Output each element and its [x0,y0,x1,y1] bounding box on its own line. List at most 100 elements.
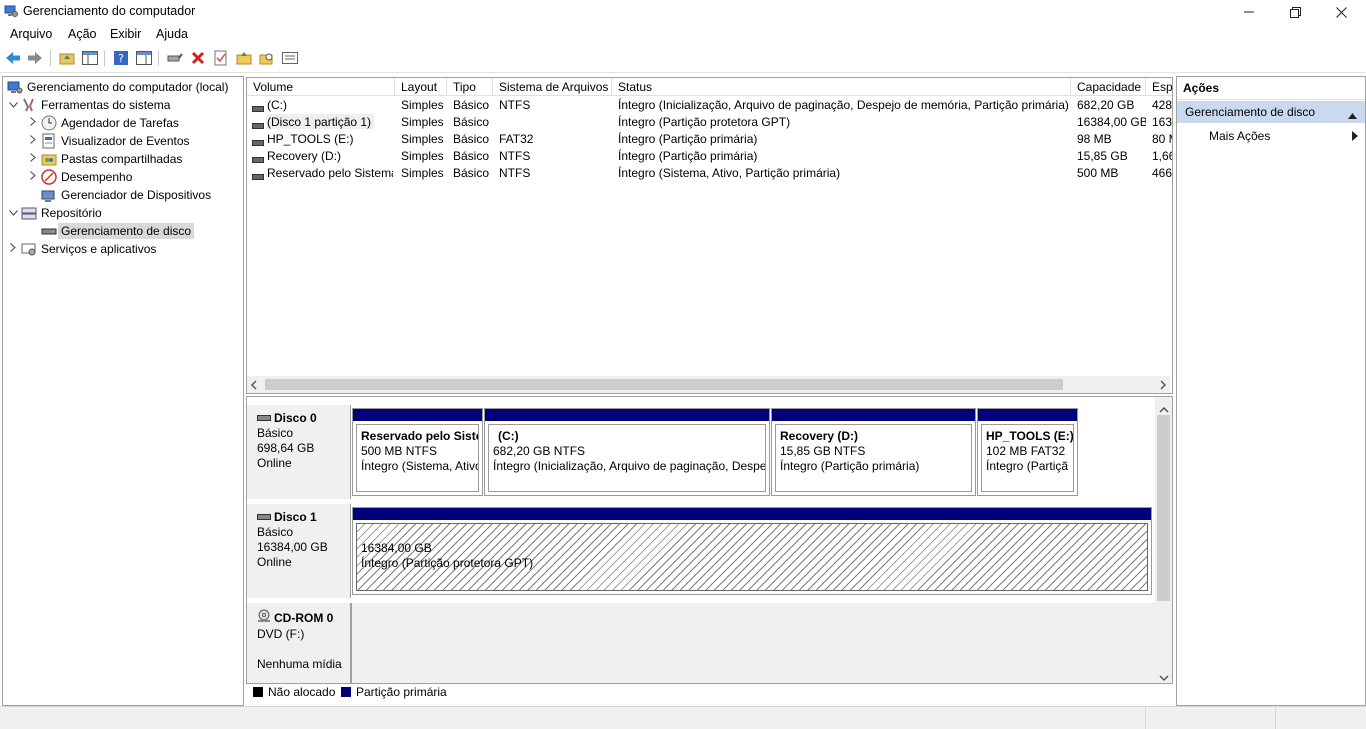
table-cell: 428, [1152,97,1172,112]
back-icon[interactable] [4,49,22,67]
table-cell: Íntegro (Sistema, Ativo, Partição primár… [618,165,841,180]
legend-label-unallocated: Não alocado [268,685,336,699]
menu-acao[interactable]: Ação [68,27,97,41]
table-cell: (C:) [267,97,287,112]
more-actions-item[interactable]: Mais Ações [1177,125,1365,147]
volume-size: 15,85 GB NTFS [780,444,866,458]
actions-section-disk-management[interactable]: Gerenciamento de disco [1177,101,1365,123]
collapse-up-icon[interactable] [1348,108,1357,122]
chevron-right-icon[interactable] [27,171,39,183]
tree-item-disk-management[interactable]: Gerenciamento de disco [27,222,195,240]
table-cell: Simples [401,97,444,112]
volume-hp-tools[interactable]: HP_TOOLS (E:) 102 MB FAT32 Íntegro (Part… [977,408,1078,496]
scroll-left-icon[interactable] [249,379,259,390]
chevron-down-icon[interactable] [7,100,19,111]
table-cell: 163 [1152,114,1172,129]
disk-map: Disco 0 Básico 698,64 GB Online Reservad… [246,396,1173,684]
view-list-icon[interactable] [281,49,299,67]
minimize-button[interactable] [1226,0,1272,24]
forward-icon[interactable] [26,49,44,67]
disk0-label[interactable]: Disco 0 Básico 698,64 GB Online [247,405,351,499]
chevron-right-icon[interactable] [27,135,39,147]
scroll-thumb[interactable] [265,379,1063,390]
chevron-down-icon[interactable] [7,208,19,219]
cdrom0-label[interactable]: CD-ROM 0 DVD (F:) Nenhuma mídia [247,603,351,683]
volume-size: 500 MB NTFS [361,444,438,458]
volume-c[interactable]: (C:) 682,20 GB NTFS Íntegro (Inicializaç… [484,408,770,496]
search-folder-icon[interactable] [258,49,276,67]
table-cell: Reservado pelo Sistema [267,165,393,180]
tree-item-event-viewer[interactable]: Visualizador de Eventos [27,132,190,150]
device-manager-icon [41,187,57,203]
disk-icon [257,411,271,426]
disk0-size: 698,64 GB [257,441,315,455]
table-row[interactable]: HP_TOOLS (E:) Simples Básico FAT32 Íntegro (… [247,130,1172,147]
table-row[interactable]: Recovery (D:) Simples Básico NTFS Íntegro (P… [247,147,1172,164]
table-cell: FAT32 [499,131,534,146]
horizontal-scrollbar[interactable] [247,376,1170,393]
tree-item-system-tools[interactable]: Ferramentas do sistema [7,96,170,114]
submenu-arrow-icon [1352,130,1358,144]
tree-item-services[interactable]: Serviços e aplicativos [7,240,156,258]
disk1-label[interactable]: Disco 1 Básico 16384,00 GB Online [247,504,351,598]
tree-item-device-manager[interactable]: Gerenciador de Dispositivos [27,186,211,204]
chevron-right-icon[interactable] [27,117,39,129]
legend-swatch-primary [341,687,351,697]
scroll-right-icon[interactable] [1158,379,1168,390]
connect-disk-icon[interactable] [166,49,184,67]
table-cell: 98 MB [1077,131,1112,146]
tree-item-shared-folders[interactable]: Pastas compartilhadas [27,150,182,168]
disk1-type: Básico [257,525,294,539]
services-icon [21,241,37,257]
disk0-volumes: Reservado pelo Siste 500 MB NTFS Íntegro… [351,405,1081,499]
help-icon[interactable]: ? [112,49,130,67]
menu-arquivo[interactable]: Arquivo [10,27,52,41]
disk1-name: Disco 1 [274,510,317,524]
menu-ajuda[interactable]: Ajuda [156,27,188,41]
delete-icon[interactable] [189,49,207,67]
open-folder-icon[interactable] [235,49,253,67]
volume-reserved[interactable]: Reservado pelo Siste 500 MB NTFS Íntegro… [352,408,483,496]
toolbar: ? [0,45,1366,73]
table-cell: Básico [453,131,490,146]
scroll-thumb[interactable] [1157,415,1170,601]
volume-size: 102 MB FAT32 [986,444,1066,458]
chevron-right-icon[interactable] [7,243,19,255]
tree-item-root[interactable]: Gerenciamento do computador (local) [7,78,228,96]
column-header-file-system[interactable]: Sistema de Arquivos [493,78,612,96]
show-hide-tree-icon[interactable] [81,49,99,67]
column-header-status[interactable]: Status [612,78,1071,96]
volume-gpt-protective[interactable]: 16384,00 GB Íntegro (Partição protetora … [352,507,1152,595]
properties-pane-icon[interactable] [135,49,153,67]
table-row[interactable]: (Disco 1 partição 1) Simples Básico Íntegro… [247,113,1172,130]
column-header-tipo[interactable]: Tipo [447,78,493,96]
volume-icon [252,169,264,183]
volume-status: Íntegro (Partiçã [986,459,1069,473]
tree-item-task-scheduler[interactable]: Agendador de Tarefas [27,114,179,132]
close-button[interactable] [1318,0,1364,24]
up-folder-icon[interactable] [58,49,76,67]
menu-exibir[interactable]: Exibir [110,27,141,41]
column-header-capacity[interactable]: Capacidade [1071,78,1146,96]
tree-item-performance[interactable]: Desempenho [27,168,132,186]
table-cell: 1,66 [1152,148,1172,163]
column-header-free-space[interactable]: Esp [1146,78,1172,96]
table-row[interactable]: (C:) Simples Básico NTFS Íntegro (Inicializa… [247,96,1172,113]
chevron-right-icon[interactable] [27,153,39,165]
check-icon[interactable] [212,49,230,67]
volume-recovery[interactable]: Recovery (D:) 15,85 GB NTFS Íntegro (Par… [771,408,976,496]
tree-label: Visualizador de Eventos [61,134,190,148]
tree-item-storage[interactable]: Repositório [7,204,102,222]
table-cell: (Disco 1 partição 1) [267,114,372,129]
disk1-state: Online [257,555,292,569]
column-header-volume[interactable]: Volume [247,78,395,96]
table-cell: Simples [401,131,444,146]
volume-size: 16384,00 GB [361,541,432,555]
restore-button[interactable] [1272,0,1318,24]
table-row[interactable]: Reservado pelo Sistema Simples Básico NTFS Í… [247,164,1172,181]
vertical-scrollbar[interactable] [1155,397,1172,683]
column-header-layout[interactable]: Layout [395,78,447,96]
tree-label: Gerenciador de Dispositivos [61,188,212,202]
table-cell: Simples [401,165,444,180]
volume-status: Íntegro (Partição primária) [780,459,920,473]
